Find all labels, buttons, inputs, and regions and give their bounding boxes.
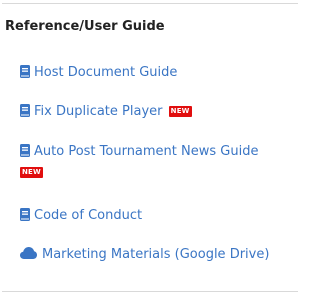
cloud-icon (20, 247, 37, 259)
book-icon (20, 104, 30, 117)
link-code-of-conduct[interactable]: Code of Conduct (20, 206, 305, 225)
link-label: Code of Conduct (34, 208, 143, 223)
top-divider (2, 3, 298, 4)
new-badge: NEW (20, 167, 43, 178)
link-marketing-materials[interactable]: Marketing Materials (Google Drive) (20, 245, 305, 264)
link-label: Auto Post Tournament News Guide (34, 144, 259, 159)
book-icon (20, 144, 30, 157)
bottom-divider (2, 291, 298, 292)
section-title: Reference/User Guide (5, 19, 165, 34)
badge-row: NEW (20, 163, 305, 182)
link-auto-post-tournament-news-guide[interactable]: Auto Post Tournament News Guide NEW (20, 142, 305, 182)
link-host-document-guide[interactable]: Host Document Guide (20, 63, 305, 82)
new-badge: NEW (168, 106, 192, 117)
reference-user-guide-panel: Reference/User Guide Host Document Guide… (0, 0, 313, 294)
link-label: Host Document Guide (34, 65, 178, 80)
book-icon (20, 65, 30, 78)
link-label: Fix Duplicate Player (34, 104, 163, 119)
book-icon (20, 208, 30, 221)
link-fix-duplicate-player[interactable]: Fix Duplicate Player NEW (20, 102, 305, 121)
link-label: Marketing Materials (Google Drive) (42, 247, 270, 262)
